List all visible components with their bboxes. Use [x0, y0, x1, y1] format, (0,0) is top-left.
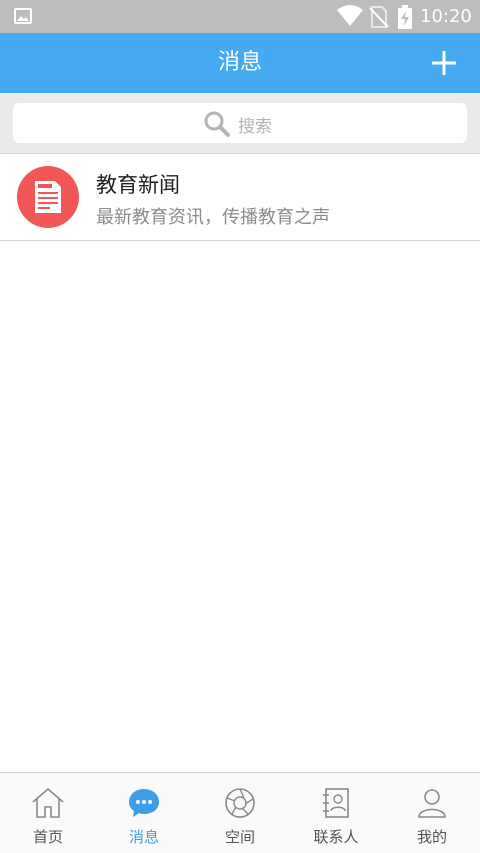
home-icon [32, 787, 64, 818]
tab-home[interactable]: 首页 [0, 773, 96, 853]
status-time: 10:20 [420, 6, 472, 27]
gallery-icon [14, 8, 32, 24]
tab-label: 联系人 [313, 828, 359, 846]
contacts-icon [323, 788, 349, 818]
tab-messages[interactable]: 消息 [96, 773, 192, 853]
divider [0, 240, 480, 241]
tab-label: 我的 [416, 828, 447, 846]
bottom-tab-bar: 首页 消息 空间 联系人 我的 [0, 772, 480, 853]
status-bar: 10:20 [0, 0, 480, 33]
search-area: 搜索 [0, 93, 480, 153]
avatar [17, 166, 79, 228]
add-button[interactable] [424, 43, 464, 83]
tab-contacts[interactable]: 联系人 [288, 773, 384, 853]
item-subtitle: 最新教育资讯，传播教育之声 [96, 207, 330, 228]
plus-icon [432, 51, 456, 75]
item-title: 教育新闻 [96, 173, 180, 197]
tab-label: 首页 [32, 828, 63, 846]
search-input[interactable]: 搜索 [13, 103, 467, 143]
news-icon [35, 181, 61, 213]
chat-icon [129, 789, 159, 817]
list-item-education-news[interactable]: 教育新闻 最新教育资讯，传播教育之声 [0, 154, 480, 240]
tab-profile[interactable]: 我的 [384, 773, 480, 853]
search-placeholder: 搜索 [238, 117, 272, 137]
no-sim-icon [369, 6, 389, 28]
header-bar: 消息 [0, 33, 480, 93]
search-icon [204, 111, 230, 137]
wifi-icon [337, 5, 363, 26]
page-title: 消息 [217, 50, 262, 75]
person-icon [418, 789, 446, 818]
aperture-icon [225, 788, 255, 818]
tab-label: 空间 [224, 828, 255, 846]
tab-label: 消息 [128, 828, 159, 846]
tab-space[interactable]: 空间 [192, 773, 288, 853]
battery-charging-icon [398, 5, 412, 29]
